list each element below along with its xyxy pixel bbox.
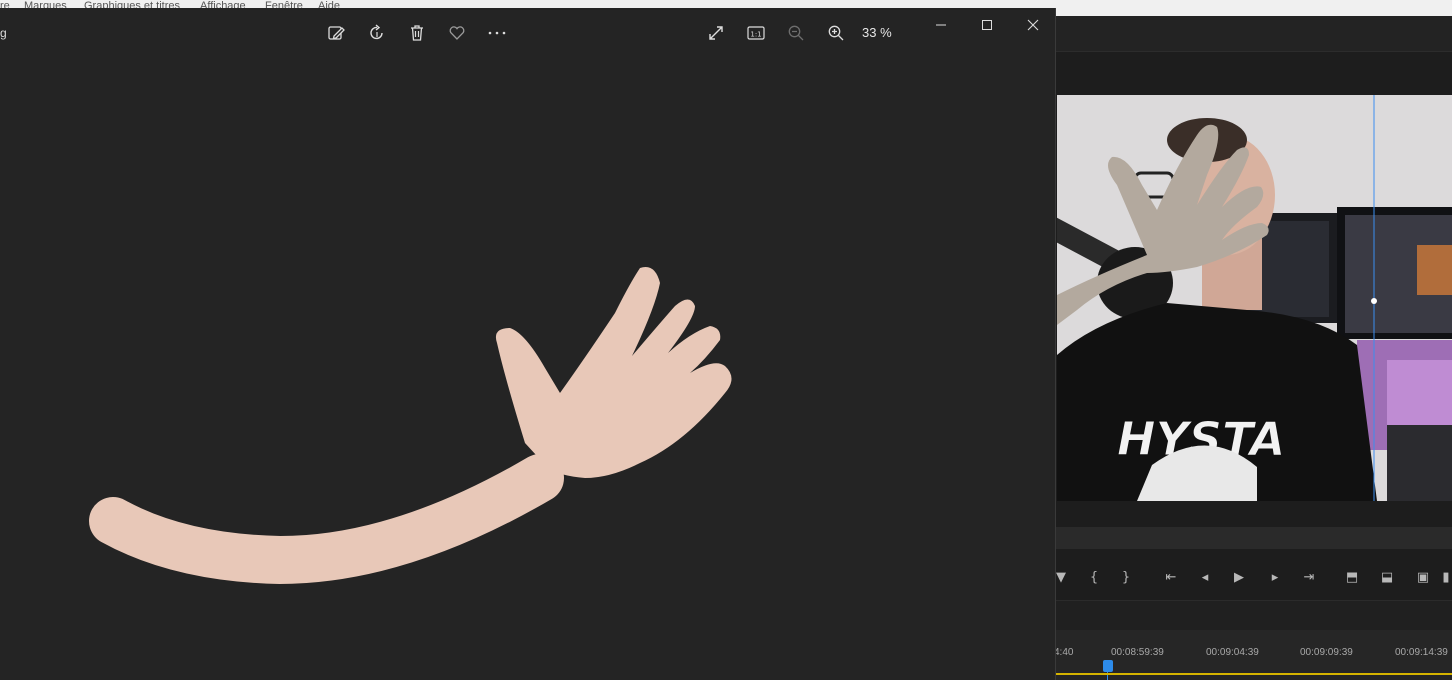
transport-controls: ▼ { } ⇤ ◂ ▶ ▸ ⇥ ⬒ ⬓ ▣ ▮ [1056,560,1452,596]
video-frame: HYSTA [1057,95,1452,501]
photos-viewer-window: g 1:1 33 % [0,8,1056,680]
trash-icon[interactable] [403,20,431,46]
extract-icon[interactable]: ⬓ [1376,568,1398,588]
program-monitor-video[interactable]: HYSTA [1057,95,1452,501]
image-canvas[interactable] [0,48,1056,680]
zoom-in-icon[interactable] [822,20,850,46]
timeline-header [1056,600,1452,630]
zoom-out-icon[interactable] [782,20,810,46]
edit-image-icon[interactable] [322,20,350,46]
heart-icon[interactable] [443,20,471,46]
work-area-bar[interactable] [1056,673,1452,675]
timecode-label: 00:09:09:39 [1300,647,1353,658]
step-back-icon[interactable]: ◂ [1194,568,1216,588]
play-icon[interactable]: ▶ [1228,568,1250,588]
playhead-handle[interactable] [1103,660,1113,672]
monitor-scrub-bar[interactable] [1056,527,1452,549]
more-icon[interactable] [483,20,511,46]
timecode-label: 00:09:04:39 [1206,647,1259,658]
timeline-ruler[interactable]: 4:40 00:08:59:39 00:09:04:39 00:09:09:39… [1054,630,1452,680]
zoom-level[interactable]: 33 % [862,25,892,40]
timecode-label: 4:40 [1054,647,1074,658]
timecode-label: 00:08:59:39 [1111,647,1164,658]
maximize-icon[interactable] [973,12,1001,38]
arm-hand-image [89,267,732,585]
timecode-label: 00:09:14:39 [1395,647,1448,658]
mark-out-icon[interactable]: } [1115,568,1137,588]
go-to-in-icon[interactable]: ⇤ [1160,568,1182,588]
premiere-panel-header [1056,16,1452,52]
svg-text:1:1: 1:1 [750,31,761,39]
expand-icon[interactable] [702,20,730,46]
lift-icon[interactable]: ⬒ [1341,568,1363,588]
rotate-icon[interactable] [363,20,391,46]
close-icon[interactable] [1019,12,1047,38]
minimize-icon[interactable] [927,12,955,38]
mark-in-icon[interactable]: { [1083,568,1105,588]
go-to-out-icon[interactable]: ⇥ [1298,568,1320,588]
settings-icon[interactable]: ▮ [1440,568,1452,588]
window-title: g [0,26,7,40]
step-forward-icon[interactable]: ▸ [1264,568,1286,588]
desktop: re Marques Graphiques et titres Affichag… [0,0,1452,680]
playhead-line [1107,670,1108,680]
export-frame-icon[interactable]: ▣ [1412,568,1434,588]
actual-size-icon[interactable]: 1:1 [742,20,770,46]
